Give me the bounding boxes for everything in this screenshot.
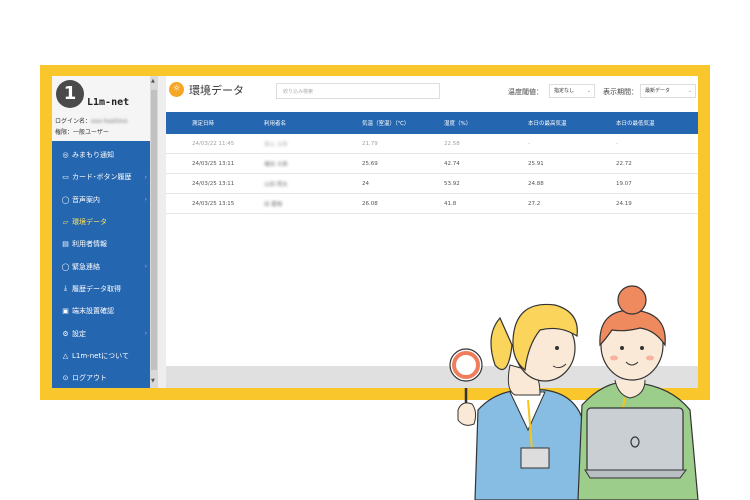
woman-right-illustration	[577, 285, 699, 500]
people-illustration	[449, 285, 699, 500]
woman-left-illustration	[449, 303, 591, 500]
